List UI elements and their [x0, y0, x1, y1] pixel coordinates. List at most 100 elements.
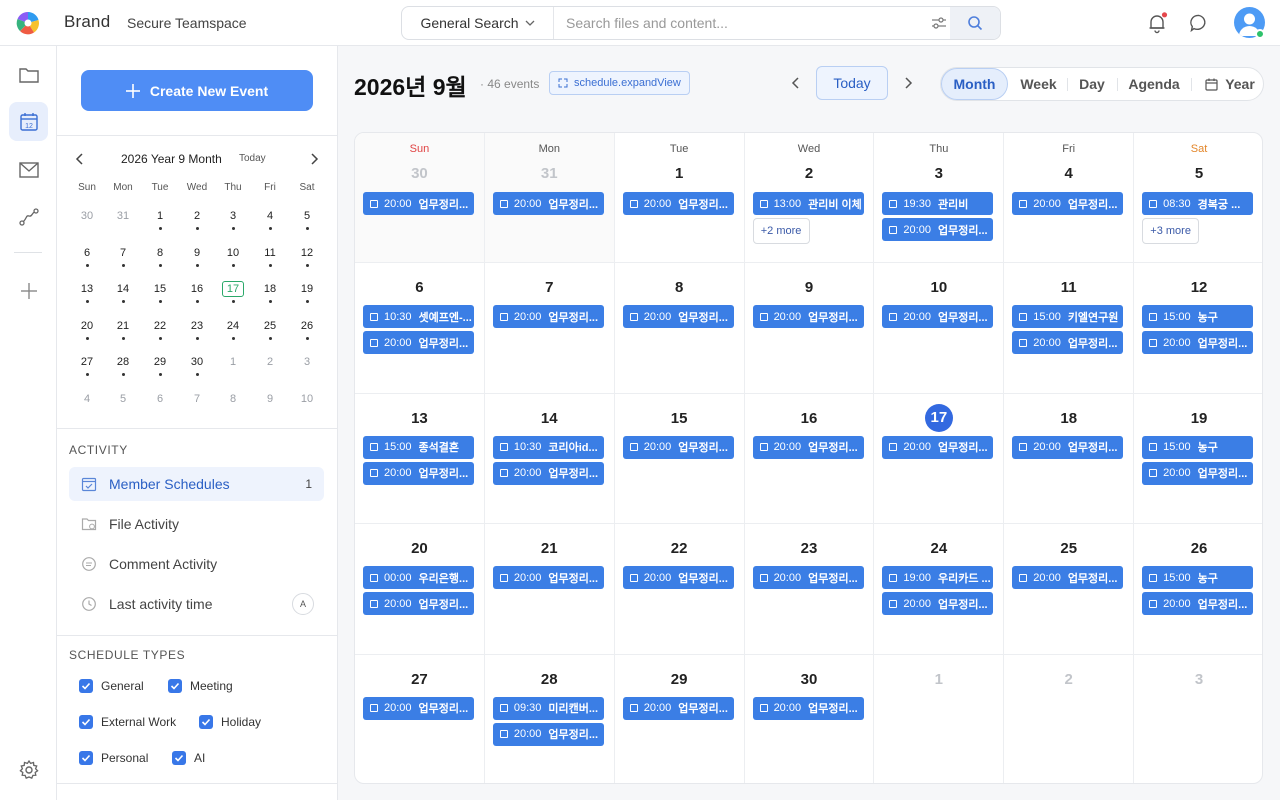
mini-day[interactable]: 27	[76, 354, 98, 370]
rail-files[interactable]	[9, 55, 48, 94]
schedule-type-checkbox[interactable]: Holiday	[199, 714, 261, 730]
day-cell[interactable]: 20 00:00 우리은행... 20:00 업무정리...	[355, 524, 485, 655]
bell-icon[interactable]	[1146, 12, 1168, 34]
day-cell[interactable]: 12 15:00 농구 20:00 업무정리...	[1134, 263, 1262, 394]
event-chip[interactable]: 20:00 업무정리...	[363, 461, 474, 485]
today-button[interactable]: Today	[816, 66, 888, 100]
day-cell[interactable]: 1	[874, 654, 1005, 783]
event-chip[interactable]: 00:00 우리은행...	[363, 566, 474, 590]
day-cell[interactable]: 22 20:00 업무정리...	[614, 524, 745, 655]
mini-day[interactable]: 20	[76, 318, 98, 334]
rail-settings[interactable]	[9, 750, 48, 789]
event-chip[interactable]: 10:30 코리아id...	[492, 435, 604, 459]
day-cell[interactable]: 29 20:00 업무정리...	[615, 654, 745, 783]
event-chip[interactable]: 20:00 업무정리...	[1012, 331, 1124, 355]
mini-day[interactable]: 15	[149, 281, 171, 297]
event-chip[interactable]: 20:00 업무정리...	[882, 218, 994, 241]
day-cell[interactable]: Mon 31 20:00 업무정리...	[484, 133, 615, 264]
event-chip[interactable]: 20:00 업무정리...	[1142, 592, 1254, 616]
day-cell[interactable]: 3	[1134, 655, 1262, 783]
event-chip[interactable]: 20:00 업무정리...	[752, 305, 864, 329]
mini-day[interactable]: 31	[112, 208, 134, 224]
search-input[interactable]	[566, 13, 916, 33]
mini-day[interactable]: 5	[112, 391, 134, 407]
mini-day[interactable]: 8	[149, 245, 171, 261]
rail-calendar[interactable]: 12	[9, 102, 48, 141]
day-cell[interactable]: 18 20:00 업무정리...	[1004, 393, 1135, 525]
mini-day[interactable]: 4	[259, 208, 281, 224]
event-chip[interactable]: 20:00 업무정리...	[492, 305, 604, 329]
event-chip[interactable]: 15:00 키엘연구원	[1012, 305, 1124, 329]
schedule-type-checkbox[interactable]: External Work	[79, 714, 176, 730]
day-cell[interactable]: 24 19:00 우리카드 ... 20:00 업무정리...	[874, 524, 1005, 655]
view-agenda[interactable]: Agenda	[1119, 68, 1189, 100]
day-cell[interactable]: Sat 5 08:30 경복궁 ... +3 more	[1134, 133, 1262, 264]
event-chip[interactable]: 08:30 경복궁 ...	[1142, 192, 1254, 215]
event-chip[interactable]: 20:00 업무정리...	[363, 192, 474, 215]
event-chip[interactable]: 20:00 업무정리...	[752, 696, 864, 720]
mini-day[interactable]: 18	[259, 281, 281, 297]
event-chip[interactable]: 15:00 종석결혼	[363, 435, 474, 459]
schedule-type-checkbox[interactable]: AI	[172, 750, 205, 766]
schedule-type-checkbox[interactable]: Meeting	[168, 678, 233, 694]
mini-day[interactable]: 30	[186, 354, 208, 370]
event-chip[interactable]: 20:00 업무정리...	[622, 305, 734, 329]
event-chip[interactable]: 20:00 업무정리...	[363, 331, 474, 355]
mini-day[interactable]: 26	[296, 318, 318, 334]
schedule-type-checkbox[interactable]: Personal	[79, 750, 148, 766]
day-cell[interactable]: Fri 4 20:00 업무정리...	[1004, 133, 1135, 264]
view-month[interactable]: Month	[941, 68, 1008, 100]
mini-day[interactable]: 4	[76, 391, 98, 407]
mini-day[interactable]: 5	[296, 208, 318, 224]
mini-next-month-icon[interactable]	[307, 151, 321, 167]
prev-month-icon[interactable]	[787, 74, 805, 92]
day-cell[interactable]: 16 20:00 업무정리...	[744, 393, 875, 525]
day-cell[interactable]: 8 20:00 업무정리...	[614, 263, 745, 394]
search-button[interactable]	[950, 7, 1000, 39]
day-cell[interactable]: 10 20:00 업무정리...	[874, 263, 1005, 394]
event-chip[interactable]: 10:30 셋예프엔-...	[363, 305, 474, 329]
day-cell[interactable]: 14 10:30 코리아id... 20:00 업무정리...	[484, 393, 615, 525]
mini-day-today[interactable]: 17	[222, 281, 244, 298]
activity-comment[interactable]: Comment Activity	[69, 547, 324, 581]
day-cell[interactable]: Tue 1 20:00 업무정리...	[614, 133, 745, 264]
day-cell[interactable]: 25 20:00 업무정리...	[1004, 524, 1135, 655]
event-chip[interactable]: 20:00 업무정리...	[1012, 566, 1124, 590]
expand-view-button[interactable]: schedule.expandView	[549, 71, 690, 95]
mini-day[interactable]: 9	[186, 245, 208, 261]
create-event-button[interactable]: Create New Event	[81, 70, 313, 111]
event-chip[interactable]: 19:30 관리비	[882, 192, 994, 215]
day-cell[interactable]: 19 15:00 농구 20:00 업무정리...	[1134, 394, 1262, 525]
day-cell[interactable]: Wed 2 13:00 관리비 이체 +2 more	[744, 133, 875, 264]
event-chip[interactable]: 15:00 농구	[1142, 305, 1254, 329]
view-year[interactable]: Year	[1197, 68, 1263, 100]
day-cell[interactable]: Sun 30 20:00 업무정리...	[355, 133, 485, 264]
mini-day[interactable]: 19	[296, 281, 318, 297]
mini-day[interactable]: 11	[259, 245, 281, 261]
event-chip[interactable]: 20:00 업무정리...	[882, 435, 994, 459]
activity-file[interactable]: File Activity	[69, 507, 324, 541]
day-cell[interactable]: 15 20:00 업무정리...	[614, 393, 745, 525]
day-cell[interactable]: 11 15:00 키엘연구원 20:00 업무정리...	[1004, 263, 1135, 394]
event-chip[interactable]: 20:00 업무정리...	[1012, 192, 1124, 215]
event-chip[interactable]: 20:00 업무정리...	[363, 696, 474, 720]
event-chip[interactable]: 20:00 업무정리...	[492, 192, 604, 215]
mini-day[interactable]: 9	[259, 391, 281, 407]
day-cell[interactable]: 17 20:00 업무정리...	[874, 393, 1005, 525]
schedule-type-checkbox[interactable]: General	[79, 678, 144, 694]
more-events-button[interactable]: +3 more	[1142, 218, 1200, 244]
day-cell[interactable]: 30 20:00 업무정리...	[745, 654, 875, 783]
day-cell[interactable]: 9 20:00 업무정리...	[744, 263, 875, 394]
rail-routes[interactable]	[9, 197, 48, 236]
day-cell[interactable]: 13 15:00 종석결혼 20:00 업무정리...	[355, 393, 485, 525]
event-chip[interactable]: 20:00 업무정리...	[622, 192, 734, 215]
mini-day[interactable]: 1	[149, 208, 171, 224]
event-chip[interactable]: 20:00 업무정리...	[363, 592, 474, 616]
filter-icon[interactable]	[930, 15, 948, 31]
mini-day[interactable]: 1	[222, 354, 244, 370]
next-month-icon[interactable]	[899, 74, 917, 92]
mini-day[interactable]: 7	[186, 391, 208, 407]
event-chip[interactable]: 15:00 농구	[1142, 566, 1254, 590]
activity-last-time[interactable]: Last activity time A	[69, 587, 324, 621]
mini-today-button[interactable]: Today	[239, 153, 266, 164]
